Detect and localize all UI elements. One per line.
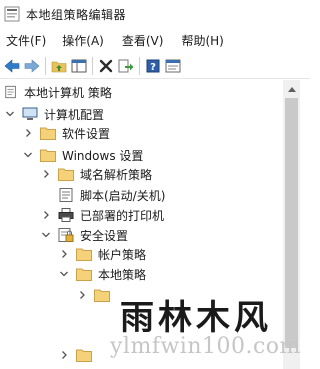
show-hide-tree-button[interactable] (69, 56, 89, 76)
back-icon (4, 59, 20, 73)
watermark-url: ylmfwin100.com (110, 334, 301, 359)
folder-icon (76, 268, 92, 281)
tree-item-scripts[interactable]: 脚本(启动/关机) (58, 184, 165, 206)
tree-item-label: 计算机配置 (44, 107, 105, 122)
tree-item-label: 脚本(启动/关机) (80, 188, 166, 203)
chevron-down-icon[interactable] (4, 108, 16, 120)
help-icon: ? (146, 59, 160, 73)
folder-icon (94, 289, 110, 302)
watermark: 雨林木风 ylmfwin100.com (110, 290, 310, 369)
chevron-right-icon[interactable] (22, 127, 34, 139)
delete-icon (99, 59, 113, 73)
tree-item-local-computer-policy[interactable]: 本地计算机 策略 (4, 81, 112, 103)
menu-view[interactable]: 查看(V) (118, 30, 168, 52)
tree-item-label: 域名解析策略 (80, 167, 153, 182)
folder-icon (76, 248, 92, 261)
folder-icon (58, 168, 74, 181)
chevron-right-icon[interactable] (40, 209, 52, 221)
folder-icon (40, 149, 56, 162)
tree-item-label: 帐户策略 (98, 247, 147, 262)
export-icon (118, 59, 134, 73)
forward-button[interactable] (22, 56, 42, 76)
scroll-up-icon (287, 86, 296, 92)
printer-icon (58, 208, 74, 222)
group-policy-editor-icon (4, 6, 20, 22)
tree-item-label: 本地计算机 策略 (24, 85, 112, 100)
up-folder-button[interactable] (49, 56, 69, 76)
menu-action[interactable]: 操作(A) (58, 30, 108, 52)
menu-bar: 文件(F) 操作(A) 查看(V) 帮助(H) (0, 30, 310, 52)
watermark-title: 雨林木风 (120, 298, 272, 338)
title-bar: 本地组策略编辑器 (0, 0, 310, 28)
toolbar: ? (0, 54, 310, 79)
tree-item-label: 安全设置 (80, 228, 129, 243)
tree-item-name-resolution-policy[interactable]: 域名解析策略 (40, 163, 152, 185)
chevron-down-icon[interactable] (40, 229, 52, 241)
menu-file[interactable]: 文件(F) (2, 30, 50, 52)
tree-item-label: Windows 设置 (62, 148, 144, 163)
window-title: 本地组策略编辑器 (26, 8, 127, 22)
chevron-right-icon[interactable] (58, 248, 70, 260)
chevron-down-icon[interactable] (58, 268, 70, 280)
chevron-down-icon[interactable] (22, 149, 34, 161)
tree-item-label: 软件设置 (62, 126, 111, 141)
up-folder-icon (51, 61, 67, 73)
properties-icon (165, 59, 181, 73)
tree-item-account-policies[interactable]: 帐户策略 (58, 243, 146, 265)
computer-icon (22, 107, 38, 120)
scroll-up-button[interactable] (283, 80, 300, 97)
folder-icon (76, 349, 92, 362)
tree-item-local-policies[interactable]: 本地策略 (58, 263, 146, 285)
chevron-right-icon[interactable] (58, 349, 70, 361)
tree-item-partial[interactable] (58, 344, 98, 366)
chevron-right-icon[interactable] (76, 289, 88, 301)
security-icon (58, 228, 74, 242)
policy-doc-icon (5, 85, 16, 99)
tree-item-label: 已部署的打印机 (80, 208, 165, 223)
toolbar-separator (45, 57, 46, 75)
menu-help[interactable]: 帮助(H) (177, 30, 227, 52)
chevron-right-icon[interactable] (40, 168, 52, 180)
properties-button[interactable] (163, 56, 183, 76)
tree-item-deployed-printers[interactable]: 已部署的打印机 (40, 204, 164, 226)
forward-icon (24, 59, 40, 73)
back-button[interactable] (2, 56, 22, 76)
export-button[interactable] (116, 56, 136, 76)
toolbar-separator (92, 57, 93, 75)
svg-text:?: ? (150, 62, 156, 73)
help-button[interactable]: ? (143, 56, 163, 76)
folder-icon (40, 127, 56, 140)
delete-button[interactable] (96, 56, 116, 76)
show-hide-tree-icon (71, 59, 87, 73)
tree-item-software-settings[interactable]: 软件设置 (22, 122, 110, 144)
toolbar-separator (139, 57, 140, 75)
script-icon (59, 188, 73, 202)
tree-item-label: 本地策略 (98, 267, 147, 282)
